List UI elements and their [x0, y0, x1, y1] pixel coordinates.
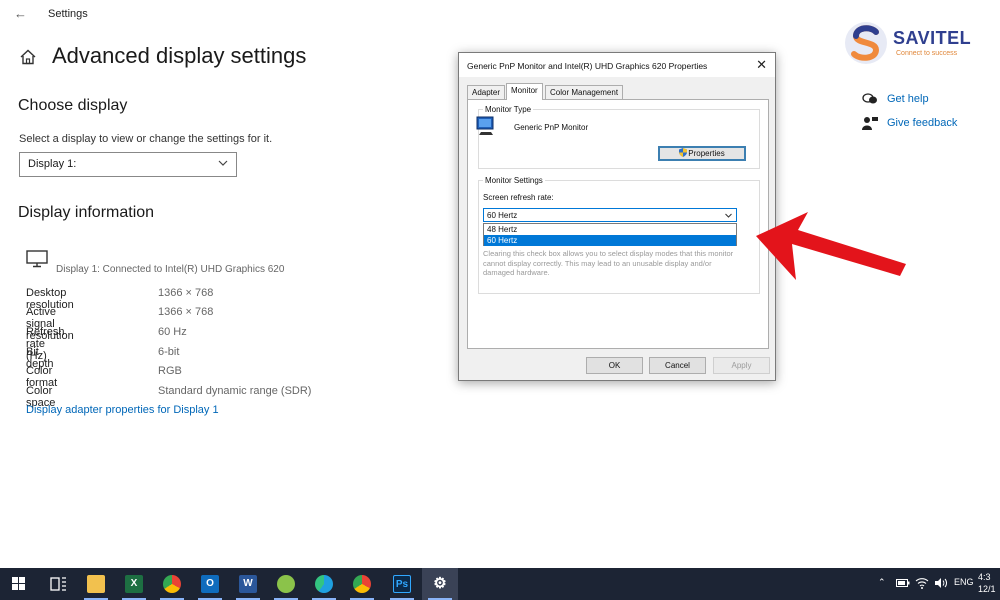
- info-value: RGB: [158, 365, 182, 377]
- choose-display-heading: Choose display: [18, 97, 128, 114]
- clock-time: 4:3: [978, 572, 991, 582]
- taskbar: X O W Ps ⚙ ⌃ ENG 4:3 12/1: [0, 568, 1000, 600]
- chrome-glyph: [163, 575, 181, 593]
- app-title: Settings: [48, 8, 88, 20]
- outlook-glyph: O: [201, 575, 219, 593]
- display-adapter-properties-link[interactable]: Display adapter properties for Display 1: [26, 404, 219, 416]
- wifi-icon[interactable]: [915, 577, 929, 589]
- task-view-icon[interactable]: [40, 572, 76, 596]
- page-title: Advanced display settings: [52, 43, 307, 68]
- refresh-rate-warning: Clearing this check box allows you to se…: [483, 249, 734, 277]
- feedback-person-icon: [862, 117, 878, 130]
- monitor-icon: [26, 250, 48, 268]
- monitor-settings-group-title: Monitor Settings: [483, 176, 545, 185]
- display-information-heading: Display information: [18, 204, 155, 221]
- excel-glyph: X: [125, 575, 143, 593]
- refresh-rate-select[interactable]: 60 Hertz: [483, 208, 737, 222]
- app-green-glyph: [277, 575, 295, 593]
- display-select-value: Display 1:: [28, 158, 77, 170]
- battery-icon[interactable]: [896, 578, 910, 588]
- input-language[interactable]: ENG: [954, 577, 974, 587]
- info-value: 60 Hz: [158, 326, 187, 338]
- uac-shield-icon: [679, 148, 688, 157]
- ok-button[interactable]: OK: [586, 357, 643, 374]
- apply-button[interactable]: Apply: [713, 357, 770, 374]
- info-value: 1366 × 768: [158, 287, 214, 299]
- logo-tagline: Connect to success: [896, 50, 958, 57]
- savitel-logo: SAVITEL Connect to success: [843, 20, 993, 68]
- photoshop-icon[interactable]: Ps: [384, 572, 420, 600]
- monitor-type-group-title: Monitor Type: [483, 105, 534, 114]
- excel-icon[interactable]: X: [116, 572, 152, 600]
- word-icon[interactable]: W: [230, 572, 266, 600]
- logo-name: SAVITEL: [893, 28, 972, 48]
- savitel-logo-mark: [845, 22, 887, 64]
- info-value: 6-bit: [158, 346, 180, 358]
- chrome-icon-2[interactable]: [344, 572, 380, 600]
- tab-color-management[interactable]: Color Management: [545, 85, 624, 99]
- monitor-name: Generic PnP Monitor: [514, 123, 589, 132]
- refresh-rate-option-60[interactable]: 60 Hertz: [484, 235, 736, 246]
- monitor-properties-button[interactable]: Properties: [658, 146, 746, 161]
- choose-display-description: Select a display to view or change the s…: [19, 133, 273, 145]
- refresh-rate-dropdown-list: 48 Hertz 60 Hertz: [483, 223, 737, 246]
- display-connection-text: Display 1: Connected to Intel(R) UHD Gra…: [56, 264, 285, 275]
- show-hidden-icons-chevron-icon[interactable]: ⌃: [878, 577, 886, 588]
- monitor-properties-dialog: Generic PnP Monitor and Intel(R) UHD Gra…: [458, 52, 776, 381]
- get-help-label: Get help: [887, 93, 929, 105]
- refresh-rate-label: Screen refresh rate:: [483, 193, 554, 202]
- settings-icon[interactable]: ⚙: [422, 568, 458, 600]
- cancel-button[interactable]: Cancel: [649, 357, 706, 374]
- edge-icon[interactable]: [306, 572, 342, 600]
- file-explorer-glyph: [87, 575, 105, 593]
- taskbar-clock[interactable]: 4:3 12/1: [978, 571, 996, 595]
- edge-glyph: [315, 575, 333, 593]
- refresh-rate-value: 60 Hertz: [487, 211, 518, 220]
- tab-monitor[interactable]: Monitor: [506, 83, 543, 100]
- chat-help-icon: [862, 93, 877, 104]
- word-glyph: W: [239, 575, 257, 593]
- chrome-icon[interactable]: [154, 572, 190, 600]
- home-icon[interactable]: [19, 48, 37, 66]
- chrome-glyph: [353, 575, 371, 593]
- info-value: 1366 × 768: [158, 306, 214, 318]
- photoshop-glyph: Ps: [393, 575, 411, 593]
- file-explorer-icon[interactable]: [78, 572, 114, 600]
- properties-button-label: Properties: [688, 149, 725, 158]
- close-icon[interactable]: ✕: [756, 57, 767, 73]
- refresh-rate-option-48[interactable]: 48 Hertz: [484, 224, 736, 235]
- chevron-down-icon: [725, 213, 732, 218]
- display-select[interactable]: Display 1:: [19, 152, 237, 177]
- outlook-icon[interactable]: O: [192, 572, 228, 600]
- start-icon[interactable]: [0, 572, 36, 596]
- info-value: Standard dynamic range (SDR): [158, 385, 312, 397]
- red-annotation-arrow: [756, 212, 906, 280]
- chevron-down-icon: [218, 160, 228, 166]
- dialog-title: Generic PnP Monitor and Intel(R) UHD Gra…: [467, 61, 708, 71]
- dialog-titlebar: Generic PnP Monitor and Intel(R) UHD Gra…: [459, 53, 775, 77]
- clock-date: 12/1: [978, 584, 996, 594]
- back-arrow-icon[interactable]: ←: [14, 6, 27, 21]
- app-green-icon[interactable]: [268, 572, 304, 600]
- settings-gear-glyph: ⚙: [433, 575, 447, 592]
- volume-icon[interactable]: [934, 577, 948, 589]
- give-feedback-label: Give feedback: [887, 117, 958, 129]
- tab-adapter[interactable]: Adapter: [467, 85, 506, 99]
- screen: ← Settings Advanced display settings Cho…: [0, 0, 1000, 600]
- monitor-device-icon: [476, 116, 494, 135]
